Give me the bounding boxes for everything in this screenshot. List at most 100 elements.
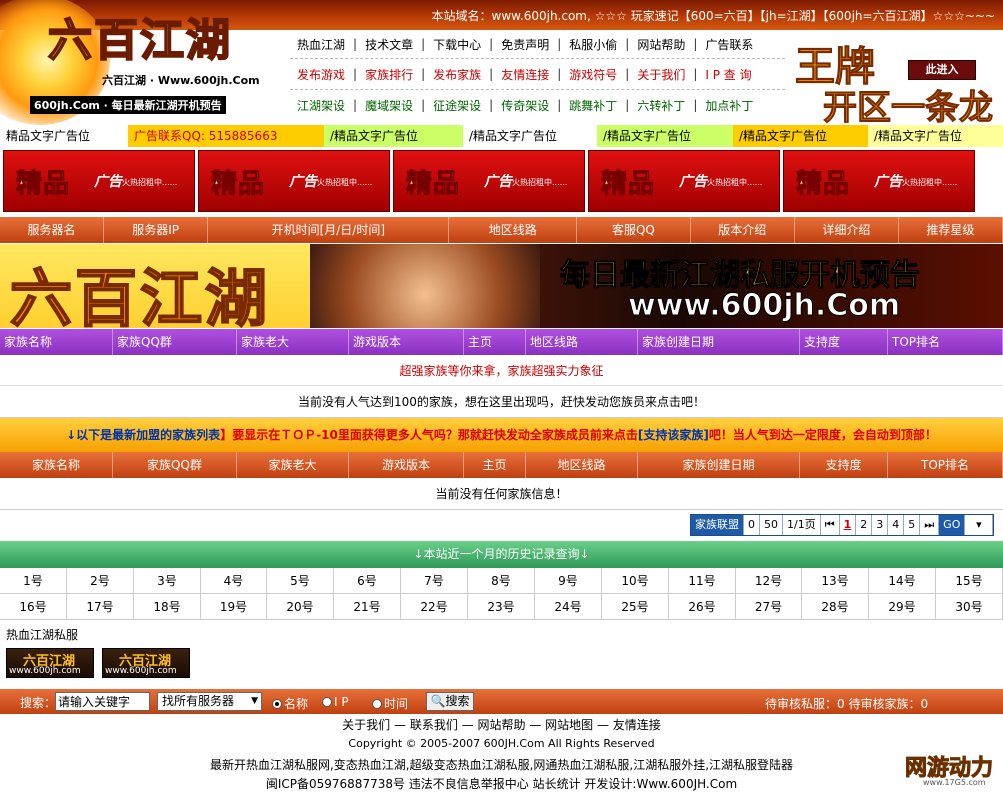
server-column-header[interactable]: 推荐星级 [899,217,1003,243]
family-column-header[interactable]: 家族名称 [0,329,113,355]
history-day-link[interactable]: 5号 [267,568,334,594]
history-day-link[interactable]: 20号 [267,594,334,620]
enter-button[interactable]: 此进入 [908,60,976,80]
family-column-header[interactable]: 家族创建日期 [638,329,800,355]
nav-link[interactable]: 魔域架设 [365,97,413,114]
history-day-link[interactable]: 15号 [936,568,1003,594]
nav-link[interactable]: 传奇架设 [501,97,549,114]
nav-link[interactable]: 家族排行 [365,66,413,83]
nav-link[interactable]: I P 查 询 [705,66,751,83]
text-ad[interactable]: 精品文字广告位 [0,125,128,147]
page-select[interactable]: ▾ [965,515,994,535]
history-day-link[interactable]: 14号 [869,568,936,594]
radio-name[interactable]: 名称 [272,695,308,712]
main-banner[interactable]: 六百江湖 每日最新江湖私服开机预告 www.600jh.Com [0,244,1003,328]
history-day-link[interactable]: 19号 [201,594,267,620]
server-column-header[interactable]: 客服QQ [577,217,691,243]
small-banner[interactable]: 六百江湖 www.600jh.com [6,648,94,678]
history-day-link[interactable]: 28号 [802,594,869,620]
server-column-header[interactable]: 详细介绍 [795,217,899,243]
family-column-header[interactable]: 家族名称 [0,452,113,478]
history-day-link[interactable]: 7号 [401,568,468,594]
nav-link[interactable]: 江湖架设 [297,97,345,114]
nav-link[interactable]: 六转补丁 [637,97,685,114]
family-column-header[interactable]: 地区线路 [526,452,638,478]
server-column-header[interactable]: 版本介绍 [691,217,795,243]
history-day-link[interactable]: 1号 [0,568,67,594]
text-ad[interactable]: /精品文字广告位 [733,125,868,147]
footer-link[interactable]: 网站地图 [545,718,593,732]
family-column-header[interactable]: 家族老大 [237,452,349,478]
history-day-link[interactable]: 27号 [736,594,802,620]
promo-banner[interactable]: 王牌 此进入 开区一条龙 [795,34,1003,129]
family-column-header[interactable]: TOP排名 [888,452,1003,478]
text-ad[interactable]: /精品文字广告位 [597,125,733,147]
family-column-header[interactable]: 支持度 [800,329,888,355]
family-column-header[interactable]: 主页 [464,452,526,478]
family-column-header[interactable]: 家族QQ群 [113,452,237,478]
family-column-header[interactable]: 主页 [464,329,526,355]
footer-link[interactable]: 友情连接 [613,718,661,732]
page-link-2[interactable]: 2 [856,515,873,535]
family-column-header[interactable]: 游戏版本 [349,452,464,478]
family-column-header[interactable]: TOP排名 [888,329,1003,355]
family-column-header[interactable]: 支持度 [800,452,888,478]
family-column-header[interactable]: 家族创建日期 [638,452,800,478]
search-button[interactable]: 🔍搜索 [426,692,474,711]
nav-link[interactable]: 私服小偷 [569,36,617,53]
history-day-link[interactable]: 17号 [67,594,134,620]
history-day-link[interactable]: 16号 [0,594,67,620]
banner-ad[interactable]: 精品 广告 火热招租中...... [198,150,390,212]
footer-link[interactable]: 联系我们 [410,718,458,732]
history-day-link[interactable]: 10号 [602,568,669,594]
last-page-icon[interactable]: ⏭ [920,515,940,535]
family-column-header[interactable]: 家族老大 [237,329,349,355]
history-day-link[interactable]: 22号 [401,594,468,620]
search-input[interactable] [55,692,150,711]
history-day-link[interactable]: 8号 [468,568,535,594]
first-page-icon[interactable]: ⏮ [820,515,840,535]
text-ad[interactable]: /精品文字广告位 [868,125,1003,147]
page-link-4[interactable]: 4 [888,515,905,535]
server-column-header[interactable]: 服务器名 [0,217,105,243]
nav-link[interactable]: 征途架设 [433,97,481,114]
family-column-header[interactable]: 地区线路 [526,329,638,355]
history-day-link[interactable]: 23号 [468,594,535,620]
history-day-link[interactable]: 3号 [134,568,201,594]
radio-time[interactable]: 时间 [372,695,408,712]
page-link-3[interactable]: 3 [872,515,889,535]
site-logo[interactable]: 六百江湖 六百江湖 · Www.600jh.Com 600jh.Com · 每日… [0,0,285,125]
nav-link[interactable]: 下载中心 [433,36,481,53]
nav-link[interactable]: 跳舞补丁 [569,97,617,114]
support-family-link[interactable]: [支持该家族] [638,428,709,442]
text-ad[interactable]: 广告联系QQ: 515885663 [128,125,324,147]
banner-ad[interactable]: 精品 广告 火热招租中...... [783,150,975,212]
history-day-link[interactable]: 18号 [134,594,201,620]
nav-link[interactable]: 技术文章 [365,36,413,53]
history-day-link[interactable]: 2号 [67,568,134,594]
banner-ad[interactable]: 精品 广告 火热招租中...... [393,150,585,212]
history-day-link[interactable]: 12号 [736,568,802,594]
history-day-link[interactable]: 4号 [201,568,267,594]
corner-logo[interactable]: 网游动力 www.17G5.com [904,750,1000,790]
go-button[interactable]: GO [939,515,966,535]
history-day-link[interactable]: 25号 [602,594,669,620]
server-column-header[interactable]: 服务器IP [104,217,209,243]
banner-ad[interactable]: 精品 广告 火热招租中...... [3,150,195,212]
text-ad[interactable]: /精品文字广告位 [463,125,597,147]
server-column-header[interactable]: 地区线路 [449,217,578,243]
history-day-link[interactable]: 24号 [535,594,602,620]
history-day-link[interactable]: 6号 [334,568,401,594]
banner-ad[interactable]: 精品 广告 火热招租中...... [588,150,780,212]
family-column-header[interactable]: 家族QQ群 [113,329,237,355]
history-day-link[interactable]: 30号 [936,594,1003,620]
nav-link[interactable]: 热血江湖 [297,36,345,53]
nav-link[interactable]: 免责声明 [501,36,549,53]
footer-link[interactable]: 网站帮助 [477,718,525,732]
history-day-link[interactable]: 26号 [669,594,736,620]
footer-link[interactable]: 关于我们 [342,718,390,732]
nav-link[interactable]: 友情连接 [501,66,549,83]
nav-link[interactable]: 关于我们 [637,66,685,83]
history-day-link[interactable]: 13号 [802,568,869,594]
nav-link[interactable]: 发布游戏 [297,66,345,83]
